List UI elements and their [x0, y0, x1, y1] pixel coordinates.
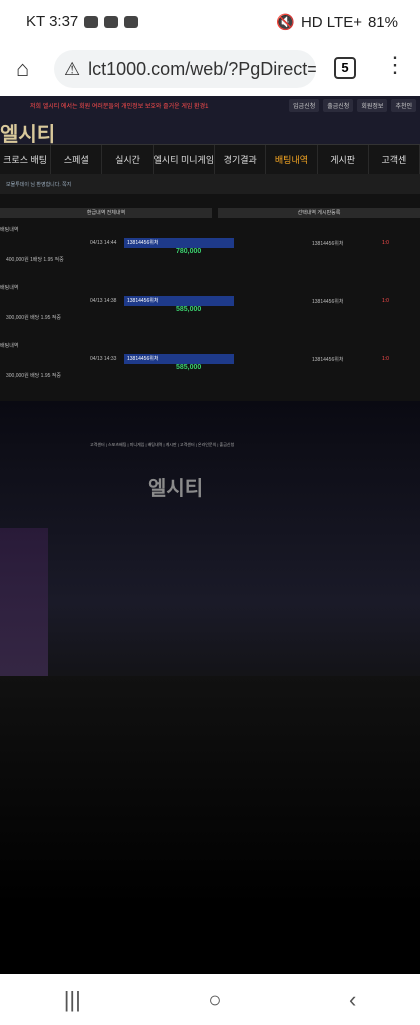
image-icon	[124, 15, 139, 28]
home-icon[interactable]: ⌂	[16, 56, 29, 82]
top-link[interactable]: 입금신청	[289, 99, 320, 112]
home-button-icon[interactable]: ○	[208, 987, 221, 1013]
bet-sub: 300,000원 배당 1.95 적중	[6, 314, 61, 321]
bet-team: 13814456위처	[312, 356, 344, 363]
nav-item-active[interactable]: 배팅내역	[266, 145, 318, 174]
top-link[interactable]: 회원정보	[357, 99, 388, 112]
bet-team: 13814456위처	[312, 240, 344, 247]
bet-history: 환급내역 전체내역 선택내역 게시판등록 배팅내역 04/13 14:44 13…	[0, 194, 420, 488]
mute-icon: 🔇	[276, 14, 295, 31]
top-notice-bar: 저희 엘시티 에서는 회원 여러분들의 개인정보 보호와 즐거운 게임 환경1 …	[0, 96, 420, 114]
nav-item[interactable]: 스페셜	[51, 145, 103, 174]
bet-selection: 13814456위처	[124, 296, 234, 306]
nav-item[interactable]: 실시간	[102, 145, 154, 174]
bet-sub: 400,000원 1배당 1.95 적중	[6, 256, 64, 263]
welcome-text: 보물투데이 님 환영합니다. 쪽지	[6, 181, 72, 188]
bet-amount: 585,000	[176, 364, 202, 371]
bet-date: 04/13 14:33	[90, 356, 117, 362]
bet-sub: 300,000원 배당 1.95 적중	[6, 372, 61, 379]
main-nav: 크로스 배팅 스페셜 실시간 엘시티 미니게임 경기결과 배팅내역 게시판 고객…	[0, 144, 420, 174]
water-reflection	[0, 676, 420, 906]
tab-count-button[interactable]: 5	[334, 57, 356, 79]
site-logo[interactable]: 엘시티	[0, 118, 55, 147]
section-header: 환급내역 전체내역	[0, 208, 212, 218]
back-icon[interactable]: ‹	[349, 987, 356, 1013]
nav-item[interactable]: 게시판	[318, 145, 369, 174]
footer-links[interactable]: 고객센터 | 스포츠배팅 | 미니게임 | 배팅내역 | 게시판 | 고객센터 …	[90, 442, 234, 448]
bet-extra: 1:0	[382, 240, 389, 246]
recent-apps-icon[interactable]: |||	[64, 987, 81, 1013]
time-carrier: KT 3:37	[26, 13, 79, 30]
bet-selection: 13814456위처	[124, 238, 234, 248]
bet-selection: 13814456위처	[124, 354, 234, 364]
more-menu-icon[interactable]: ⋮	[384, 52, 406, 78]
battery-label: 81%	[367, 13, 398, 31]
warning-icon: ⚠	[64, 58, 81, 79]
notice-text: 저희 엘시티 에서는 회원 여러분들의 개인정보 보호와 즐거운 게임 환경1	[30, 104, 209, 110]
bet-date: 04/13 14:44	[90, 240, 117, 246]
bet-amount: 585,000	[176, 306, 202, 313]
url-text: lct1000.com/web/?PgDirect=E	[88, 58, 316, 79]
browser-toolbar: ⌂ ⚠ lct1000.com/web/?PgDirect=E 5 ⋮	[0, 42, 420, 96]
notification-icon	[104, 15, 119, 28]
bet-team: 13814456위처	[312, 298, 344, 305]
bet-amount: 780,000	[176, 248, 202, 255]
top-link[interactable]: 추천인	[391, 99, 416, 112]
notification-icon	[84, 15, 99, 28]
bet-extra: 1:0	[382, 298, 389, 304]
nav-item[interactable]: 크로스 배팅	[0, 145, 52, 174]
top-links: 입금신청 출금신청 회원정보 추천인	[289, 99, 416, 112]
nav-item[interactable]: 엘시티 미니게임	[154, 145, 216, 174]
bet-extra: 1:0	[382, 356, 389, 362]
footer-logo: 엘시티	[148, 478, 204, 500]
status-bar: KT 3:37 🔇 HD LTE+ 81%	[0, 0, 420, 42]
nav-item[interactable]: 고객센	[369, 145, 420, 174]
bet-label: 배팅내역	[0, 343, 19, 349]
android-nav-bar: ||| ○ ‹	[0, 974, 420, 1025]
address-bar[interactable]: ⚠ lct1000.com/web/?PgDirect=E	[54, 50, 316, 88]
bet-label: 배팅내역	[0, 285, 19, 291]
site-header: 엘시티	[0, 114, 420, 147]
website-content: 저희 엘시티 에서는 회원 여러분들의 개인정보 보호와 즐거운 게임 환경1 …	[0, 96, 420, 974]
info-bar: 보물투데이 님 환영합니다. 쪽지	[0, 174, 420, 194]
bet-label: 배팅내역	[0, 227, 19, 233]
top-link[interactable]: 출금신청	[323, 99, 354, 112]
bet-date: 04/13 14:38	[90, 298, 117, 304]
section-header: 선택내역 게시판등록	[218, 208, 420, 218]
nav-item[interactable]: 경기결과	[215, 145, 267, 174]
network-indicator: HD LTE+	[300, 13, 362, 31]
